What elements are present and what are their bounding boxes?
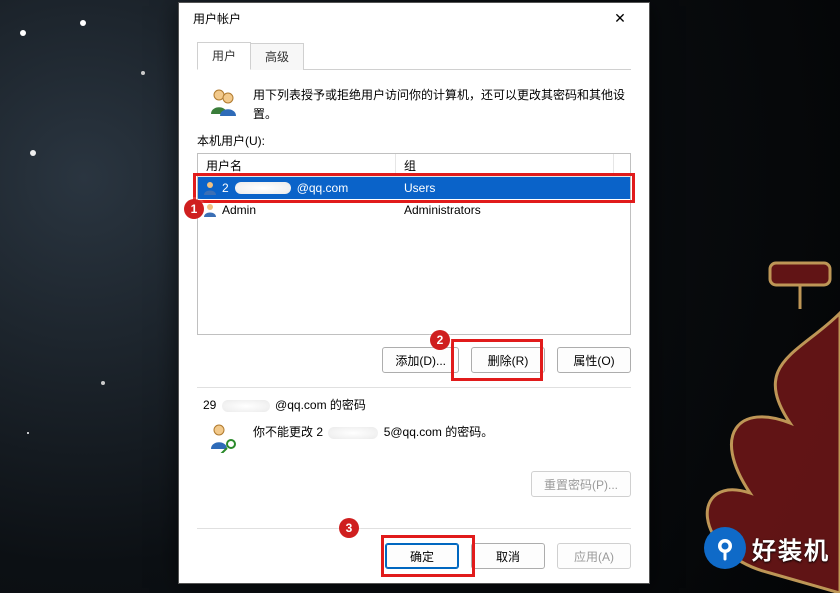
cell-username: Admin (198, 202, 396, 218)
column-username[interactable]: 用户名 (198, 154, 396, 176)
user-list-frame: 用户名 组 2 @qq.com Users (197, 153, 631, 335)
row1-prefix: Admin (222, 203, 256, 217)
ok-button[interactable]: 确定 (385, 543, 459, 569)
intro-block: 用下列表授予或拒绝用户访问你的计算机，还可以更改其密码和其他设置。 (207, 86, 629, 124)
apply-button: 应用(A) (557, 543, 631, 569)
password-text: 你不能更改 2 5@qq.com 的密码。 (253, 421, 493, 453)
list-header: 用户名 组 (198, 154, 630, 177)
brand-logo-icon (704, 527, 746, 569)
desktop-wallpaper: 用户帐户 ✕ 用户 高级 (0, 0, 840, 593)
properties-button[interactable]: 属性(O) (557, 347, 631, 373)
user-listbox[interactable]: 用户名 组 2 @qq.com Users (197, 153, 631, 335)
cancel-button[interactable]: 取消 (471, 543, 545, 569)
password-section-title: 29 @qq.com 的密码 (203, 396, 631, 413)
remove-button[interactable]: 删除(R) (471, 347, 545, 373)
user-buttons-row: 添加(D)... 删除(R) 属性(O) (197, 347, 631, 373)
dialog-title: 用户帐户 (187, 10, 599, 27)
pw-title-prefix: 29 (203, 398, 216, 412)
close-button[interactable]: ✕ (599, 3, 641, 33)
password-section: 29 @qq.com 的密码 你不能更改 2 (197, 396, 631, 497)
reset-password-label: 重置密码(P)... (544, 478, 618, 492)
key-user-icon (207, 421, 239, 453)
cancel-button-label: 取消 (496, 550, 520, 564)
user-avatar-icon (202, 202, 218, 218)
row0-suffix: @qq.com (297, 181, 349, 195)
separator (197, 387, 631, 388)
tab-strip: 用户 高级 (197, 43, 631, 70)
dialog-footer: 确定 取消 应用(A) (197, 528, 631, 569)
user-accounts-dialog: 用户帐户 ✕ 用户 高级 (178, 2, 650, 584)
pw-line-suffix: 5@qq.com 的密码。 (384, 425, 494, 439)
cell-group: Administrators (396, 203, 630, 217)
properties-button-label: 属性(O) (573, 354, 614, 368)
brand-text: 好装机 (752, 531, 830, 566)
reset-row: 重置密码(P)... (197, 471, 631, 497)
apply-button-label: 应用(A) (574, 550, 614, 564)
column-spacer (614, 154, 630, 176)
ok-button-label: 确定 (410, 550, 434, 564)
pw-title-suffix: @qq.com 的密码 (275, 398, 366, 412)
add-button[interactable]: 添加(D)... (382, 347, 459, 373)
remove-button-label: 删除(R) (488, 354, 529, 368)
user-avatar-icon (202, 180, 218, 196)
password-row: 你不能更改 2 5@qq.com 的密码。 (207, 421, 631, 453)
tab-users[interactable]: 用户 (197, 42, 251, 70)
add-button-label: 添加(D)... (395, 354, 446, 368)
local-users-label: 本机用户(U): (197, 132, 631, 149)
watermark-brand: 好装机 (704, 527, 830, 569)
tab-users-label: 用户 (212, 49, 236, 63)
redacted-mask (328, 427, 378, 439)
column-group[interactable]: 组 (396, 154, 614, 176)
cell-group: Users (396, 181, 630, 195)
tab-advanced-label: 高级 (265, 50, 289, 64)
redacted-mask (222, 400, 270, 412)
close-icon: ✕ (614, 10, 626, 27)
users-icon (207, 86, 239, 118)
tab-advanced[interactable]: 高级 (250, 43, 304, 70)
cell-username: 2 @qq.com (198, 180, 396, 196)
titlebar: 用户帐户 ✕ (179, 3, 649, 33)
reset-password-button: 重置密码(P)... (531, 471, 631, 497)
pw-line-prefix: 你不能更改 2 (253, 425, 323, 439)
dialog-client-area: 用户 高级 用下列表授予或拒绝用户访问你的计算机，还可以更改其密码和其他设置。 (179, 33, 649, 583)
list-row-selected[interactable]: 2 @qq.com Users (198, 177, 630, 199)
intro-text: 用下列表授予或拒绝用户访问你的计算机，还可以更改其密码和其他设置。 (253, 86, 629, 124)
redacted-mask (235, 182, 291, 194)
row0-prefix: 2 (222, 181, 229, 195)
list-row[interactable]: Admin Administrators (198, 199, 630, 221)
